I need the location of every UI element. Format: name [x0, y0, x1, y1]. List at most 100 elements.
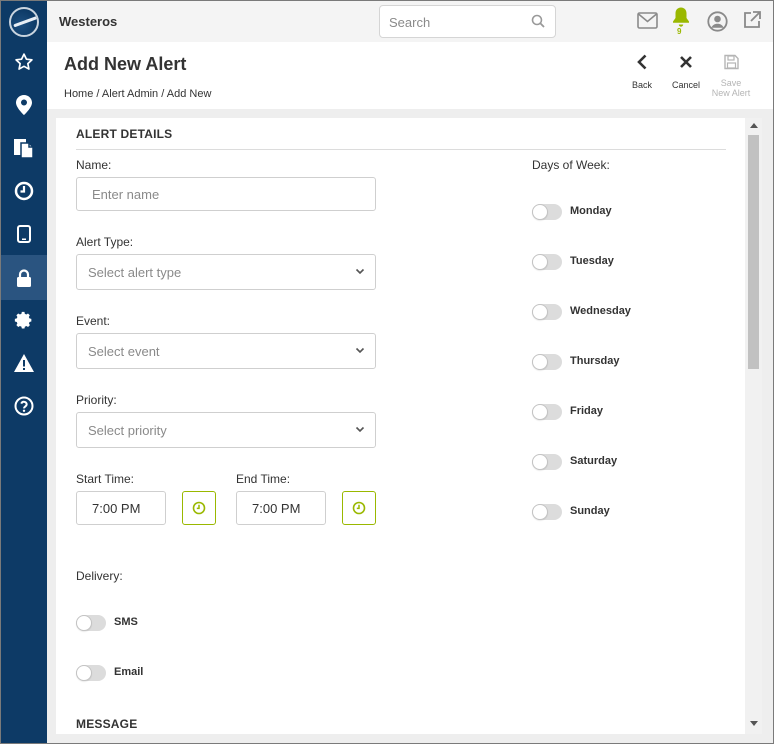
star-icon [15, 52, 33, 70]
priority-label: Priority: [76, 393, 117, 407]
chevron-down-icon [355, 426, 365, 433]
sunday-toggle[interactable] [532, 504, 562, 520]
section-title-message: MESSAGE [76, 717, 138, 731]
saturday-label: Saturday [570, 455, 618, 467]
search-input[interactable] [389, 13, 524, 31]
breadcrumb: Home / Alert Admin / Add New [64, 88, 211, 100]
back-label: Back [631, 80, 652, 90]
section-divider [76, 149, 726, 150]
warning-icon [14, 353, 34, 372]
breadcrumb-separator: / [161, 88, 165, 100]
alert-type-placeholder: Select alert type [88, 265, 182, 280]
priority-placeholder: Select priority [88, 423, 167, 438]
start-time-field[interactable]: 7:00 PM [76, 491, 166, 525]
clock-icon [192, 501, 206, 515]
email-toggle[interactable] [76, 665, 106, 681]
sidebar-item-settings[interactable] [1, 299, 47, 342]
chevron-down-icon [355, 268, 365, 275]
sidebar-item-alerts[interactable] [1, 341, 47, 384]
documents-icon [14, 138, 34, 159]
sidebar-item-documents[interactable] [1, 126, 47, 169]
clock-icon [352, 501, 366, 515]
email-label: Email [114, 666, 144, 678]
name-input[interactable] [92, 186, 352, 203]
gear-icon [14, 311, 32, 328]
alert-form-card: ALERT DETAILS Name: Alert Type: Select a… [56, 118, 745, 734]
location-pin-icon [16, 94, 32, 115]
external-link-icon[interactable] [742, 10, 762, 30]
breadcrumb-home[interactable]: Home [64, 88, 93, 100]
alert-type-select[interactable]: Select alert type [76, 254, 376, 290]
app-window: Westeros 9 Add New Alert Home / Alert Ad… [0, 0, 774, 744]
lock-icon [17, 268, 31, 287]
notification-count-badge: 9 [677, 27, 682, 36]
sidebar [1, 1, 47, 743]
end-time-field[interactable]: 7:00 PM [236, 491, 326, 525]
thursday-toggle[interactable] [532, 354, 562, 370]
floppy-disk-icon [723, 54, 739, 70]
start-time-picker-button[interactable] [182, 491, 216, 525]
cancel-label: Cancel [671, 80, 700, 90]
scroll-down-arrow-icon[interactable] [750, 721, 758, 726]
event-label: Event: [76, 314, 111, 328]
alert-type-label: Alert Type: [76, 235, 134, 249]
sidebar-item-history[interactable] [1, 169, 47, 212]
app-brand: Westeros [59, 14, 118, 29]
saturday-toggle[interactable] [532, 454, 562, 470]
days-of-week-label: Days of Week: [532, 158, 610, 172]
sidebar-item-locations[interactable] [1, 83, 47, 126]
clock-icon [14, 181, 34, 200]
thursday-label: Thursday [570, 355, 620, 367]
end-time-label: End Time: [236, 472, 291, 486]
logo-icon[interactable] [9, 7, 39, 37]
save-label: Save New Alert [711, 78, 751, 98]
bell-icon[interactable] [671, 6, 691, 28]
sunday-label: Sunday [570, 505, 610, 517]
close-icon [680, 56, 692, 68]
friday-toggle[interactable] [532, 404, 562, 420]
search-box[interactable] [379, 5, 556, 38]
priority-select[interactable]: Select priority [76, 412, 376, 448]
sidebar-item-security[interactable] [1, 255, 47, 300]
sidebar-item-help[interactable] [1, 384, 47, 427]
scroll-thumb[interactable] [748, 135, 759, 369]
mail-icon[interactable] [637, 12, 658, 29]
breadcrumb-add-new: Add New [166, 88, 212, 100]
tablet-icon [17, 224, 31, 243]
wednesday-label: Wednesday [570, 305, 631, 317]
chevron-left-icon [637, 54, 647, 70]
start-time-label: Start Time: [76, 472, 135, 486]
name-field[interactable] [76, 177, 376, 211]
sms-label: SMS [114, 616, 138, 628]
cancel-button[interactable]: Cancel [666, 54, 706, 90]
end-time-value: 7:00 PM [252, 501, 301, 516]
scroll-up-arrow-icon[interactable] [750, 123, 758, 128]
tuesday-toggle[interactable] [532, 254, 562, 270]
sidebar-item-favorites[interactable] [1, 40, 47, 83]
event-placeholder: Select event [88, 344, 160, 359]
tuesday-label: Tuesday [570, 255, 614, 267]
end-time-picker-button[interactable] [342, 491, 376, 525]
monday-toggle[interactable] [532, 204, 562, 220]
chevron-down-icon [355, 347, 365, 354]
back-button[interactable]: Back [622, 54, 662, 90]
monday-label: Monday [570, 205, 612, 217]
friday-label: Friday [570, 405, 604, 417]
help-icon [14, 396, 34, 415]
sidebar-item-devices[interactable] [1, 212, 47, 255]
top-bar: Westeros 9 [47, 1, 773, 42]
user-icon[interactable] [707, 11, 728, 32]
page-header: Add New Alert Home / Alert Admin / Add N… [47, 42, 773, 109]
wednesday-toggle[interactable] [532, 304, 562, 320]
event-select[interactable]: Select event [76, 333, 376, 369]
section-title-alert-details: ALERT DETAILS [76, 127, 173, 141]
start-time-value: 7:00 PM [92, 501, 141, 516]
delivery-label: Delivery: [76, 569, 123, 583]
vertical-scrollbar[interactable] [745, 118, 762, 734]
search-icon[interactable] [531, 14, 545, 28]
breadcrumb-alert-admin[interactable]: Alert Admin [102, 88, 158, 100]
sms-toggle[interactable] [76, 615, 106, 631]
name-label: Name: [76, 158, 112, 172]
save-new-alert-button[interactable]: Save New Alert [711, 54, 751, 98]
breadcrumb-separator: / [96, 88, 100, 100]
